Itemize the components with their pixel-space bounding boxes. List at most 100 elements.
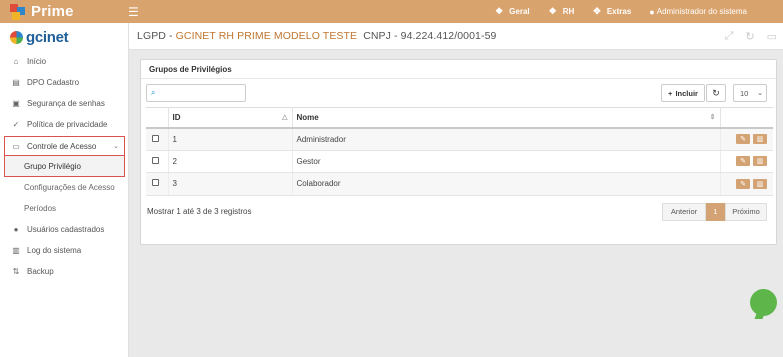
cubes-icon: ✥ — [593, 6, 601, 16]
sidebar-item-label: Backup — [27, 267, 54, 276]
sidebar-sub-configuracoes[interactable]: Configurações de Acesso — [0, 177, 128, 198]
sidebar-item-usuarios[interactable]: ● Usuários cadastrados — [0, 219, 128, 240]
expand-icon[interactable]: ⤢ — [725, 30, 734, 43]
row-select-cell — [146, 172, 169, 196]
chevron-down-icon: ⌄ — [113, 143, 119, 150]
row-checkbox[interactable] — [152, 156, 159, 164]
pagination-page[interactable]: 1 — [706, 202, 725, 221]
page-header: LGPD - GCINET RH PRIME MODELO TESTE CNPJ… — [129, 23, 783, 50]
row-actions: ✎ ▥ — [720, 150, 773, 173]
column-header-label: ID — [172, 112, 181, 122]
backup-icon: ⇅ — [12, 267, 20, 276]
trash-icon[interactable]: ▥ — [753, 134, 767, 144]
trash-icon[interactable]: ▥ — [753, 156, 767, 167]
cell-nome: Colaborador — [292, 172, 721, 196]
sidebar-item-seguranca[interactable]: ▣ Segurança de senhas — [0, 93, 128, 114]
sidebar-group-label: Controle de Acesso — [27, 141, 97, 151]
nav-rh[interactable]: ❖ RH — [549, 6, 575, 17]
row-actions: ✎ ▥ — [720, 127, 773, 151]
menu-toggle-icon[interactable]: ☰ — [128, 5, 139, 19]
actions-column-header — [720, 107, 773, 129]
sidebar-sub-label: Períodos — [24, 204, 57, 213]
user-name: Administrador do sistema — [656, 7, 747, 16]
sidebar-item-log[interactable]: ▥ Log do sistema — [0, 240, 128, 261]
sidebar-item-dpo[interactable]: ▤ DPO Cadastro — [0, 72, 128, 93]
id-card-icon: ▭ — [12, 141, 20, 151]
gcinet-logo: gcinet — [0, 23, 128, 51]
pagination-next[interactable]: Próximo — [725, 202, 767, 221]
home-icon: ⌂ — [13, 57, 19, 66]
sidebar-item-backup[interactable]: ⇅ Backup — [0, 261, 128, 282]
chevron-down-icon: ⌄ — [757, 90, 763, 97]
sidebar-item-inicio[interactable]: ⌂ Início — [0, 51, 128, 72]
page-size-value: 10 — [740, 88, 749, 98]
cell-nome: Gestor — [292, 150, 721, 173]
side-menu: ⌂ Início ▤ DPO Cadastro ▣ Segurança de s… — [0, 51, 128, 282]
edit-icon[interactable]: ✎ — [736, 134, 750, 144]
plus-icon: + — [668, 88, 673, 98]
user-icon: ● — [649, 6, 655, 17]
sidebar-item-label: DPO Cadastro — [27, 78, 80, 87]
chat-bubble-icon[interactable] — [750, 289, 777, 316]
sidebar-item-label: Início — [27, 57, 47, 66]
sidebar-item-label: Segurança de senhas — [27, 99, 105, 108]
row-checkbox[interactable] — [152, 179, 159, 187]
sidebar-group-controle-acesso[interactable]: ▭ Controle de Acesso ⌄ — [4, 136, 125, 156]
table-toolbar: ⌕ + Incluir ↻ 10 ⌄ — [141, 79, 776, 107]
top-nav: ❖ Geral ❖ RH ✥ Extras ● Administrador do… — [476, 0, 783, 23]
cube-icon: ❖ — [495, 6, 504, 16]
sidebar-item-label: Log do sistema — [27, 246, 82, 255]
nav-extras[interactable]: ✥ Extras — [593, 6, 631, 17]
file-icon: ▤ — [12, 78, 20, 87]
search-input[interactable]: ⌕ — [146, 84, 246, 102]
row-checkbox[interactable] — [152, 134, 159, 142]
records-info: Mostrar 1 até 3 de 3 registros — [147, 206, 252, 216]
refresh-icon[interactable]: ↻ — [745, 30, 754, 43]
refresh-button[interactable]: ↻ — [706, 84, 726, 102]
sidebar-item-label: Política de privacidade — [27, 120, 108, 129]
add-button[interactable]: + Incluir — [661, 84, 705, 102]
select-column-header — [146, 107, 169, 129]
column-header-nome[interactable]: Nome ⇕ — [292, 107, 721, 129]
table-row: 2 Gestor ✎ ▥ — [146, 150, 773, 173]
sidebar-item-politica[interactable]: ✓ Política de privacidade — [0, 114, 128, 135]
user-menu[interactable]: ● Administrador do sistema — [649, 7, 747, 17]
column-header-label: Nome — [296, 112, 319, 122]
nav-extras-label: Extras — [606, 7, 632, 16]
table-footer: Mostrar 1 até 3 de 3 registros Anterior … — [141, 196, 776, 230]
top-bar: Prime ☰ ❖ Geral ❖ RH ✥ Extras ● Administ… — [0, 0, 783, 23]
page-title: LGPD - GCINET RH PRIME MODELO TESTE CNPJ… — [137, 30, 496, 42]
header-tools: ⤢ ↻ ▭ — [713, 30, 783, 43]
page-title-cnpj: CNPJ - 94.224.412/0001-59 — [357, 30, 497, 42]
edit-icon[interactable]: ✎ — [736, 156, 750, 167]
sort-icon: ⇕ — [709, 114, 716, 121]
brand[interactable]: Prime — [0, 0, 128, 23]
sidebar-sub-label: Grupo Privilégio — [24, 161, 81, 171]
close-icon[interactable]: ▭ — [767, 30, 777, 43]
trash-icon[interactable]: ▥ — [753, 178, 767, 189]
lock-icon: ▣ — [12, 99, 20, 108]
page-title-company: GCINET RH PRIME MODELO TESTE — [175, 30, 358, 42]
refresh-icon: ↻ — [712, 87, 720, 98]
column-header-id[interactable]: ID △ — [168, 107, 293, 129]
cube-icon: ❖ — [548, 6, 557, 16]
gcinet-logo-text: gcinet — [26, 28, 69, 46]
table-row: 3 Colaborador ✎ ▥ — [146, 172, 773, 196]
main-content: LGPD - GCINET RH PRIME MODELO TESTE CNPJ… — [129, 23, 783, 357]
sidebar-sub-grupo-privilegio[interactable]: Grupo Privilégio — [4, 156, 125, 177]
privileges-table: ID △ Nome ⇕ 1 Administrador ✎ ▥ 2 Gestor… — [146, 107, 773, 196]
nav-rh-label: RH — [562, 7, 575, 16]
log-icon: ▥ — [12, 246, 20, 255]
sidebar-sub-periodos[interactable]: Períodos — [0, 198, 128, 219]
pagination-prev[interactable]: Anterior — [662, 202, 706, 221]
cell-id: 2 — [168, 150, 293, 173]
row-select-cell — [146, 150, 169, 173]
row-select-cell — [146, 127, 169, 151]
sidebar-item-label: Usuários cadastrados — [27, 225, 105, 234]
nav-geral[interactable]: ❖ Geral — [495, 6, 530, 17]
nav-geral-label: Geral — [509, 7, 530, 16]
page-title-prefix: LGPD - — [137, 30, 176, 42]
sidebar: gcinet ⌂ Início ▤ DPO Cadastro ▣ Seguran… — [0, 23, 129, 357]
edit-icon[interactable]: ✎ — [736, 178, 750, 189]
page-size-select[interactable]: 10 ⌄ — [733, 84, 767, 102]
